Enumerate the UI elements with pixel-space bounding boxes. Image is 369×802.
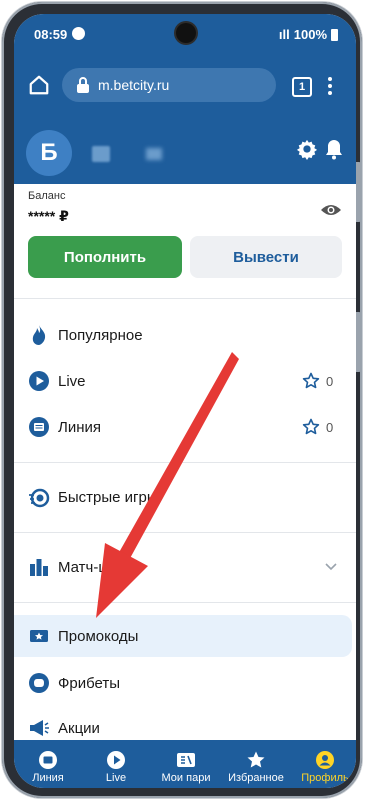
nav-label-line: Линия xyxy=(32,772,64,784)
nav-item-line[interactable]: Линия xyxy=(18,740,78,788)
divider xyxy=(14,298,356,299)
menu-label-match-center: Матч-центр xyxy=(58,558,139,576)
menu-item-popular[interactable]: Популярное xyxy=(14,314,356,356)
eye-icon[interactable] xyxy=(320,202,342,218)
screen: 08:59 ıll 100% m.betcity.ru 1 Б Баланс *… xyxy=(14,14,356,788)
freebet-icon xyxy=(29,673,49,693)
balance-label: Баланс xyxy=(28,190,66,202)
blurred-user-info-2 xyxy=(146,148,162,160)
nav-label-live: Live xyxy=(105,772,127,784)
nav-item-profile[interactable]: Профиль xyxy=(294,740,356,788)
menu-label-promos: Акции xyxy=(58,719,100,737)
fast-games-icon xyxy=(29,488,50,508)
live-icon xyxy=(107,751,125,769)
my-bets-icon xyxy=(177,753,195,767)
status-time: 08:59 xyxy=(34,27,68,42)
menu-item-match-center[interactable]: Матч-центр xyxy=(14,546,356,588)
nav-label-my-bets: Мои пари xyxy=(161,772,211,784)
battery-percent: 100% xyxy=(293,27,327,42)
nav-item-my-bets[interactable]: Мои пари xyxy=(154,740,218,788)
menu-label-promocodes: Промокоды xyxy=(58,627,139,645)
site-header: Б xyxy=(14,116,356,184)
match-center-icon xyxy=(30,559,48,576)
url-text: m.betcity.ru xyxy=(98,77,170,93)
menu-label-popular: Популярное xyxy=(58,326,143,344)
gear-icon[interactable] xyxy=(296,138,318,160)
balance-value: ***** ₽ xyxy=(28,208,69,224)
menu-item-live[interactable]: Live 0 xyxy=(14,360,356,402)
withdraw-button[interactable]: Вывести xyxy=(190,236,342,278)
line-favorites-count: 0 xyxy=(326,419,334,435)
favorites-icon xyxy=(247,751,265,768)
divider xyxy=(14,532,356,533)
divider xyxy=(14,462,356,463)
home-icon[interactable] xyxy=(28,74,50,96)
nav-item-favorites[interactable]: Избранное xyxy=(222,740,290,788)
lock-icon xyxy=(77,77,89,93)
signal-icon: ıll xyxy=(278,27,290,42)
status-indicators: ıll 100% xyxy=(279,27,338,42)
browser-toolbar: m.betcity.ru 1 xyxy=(14,52,356,116)
front-camera xyxy=(176,23,196,43)
betcity-logo[interactable]: Б xyxy=(26,130,72,176)
status-bar: 08:59 ıll 100% xyxy=(14,14,356,52)
deposit-button[interactable]: Пополнить xyxy=(28,236,182,278)
blurred-user-info xyxy=(92,146,110,162)
phone-frame: 08:59 ıll 100% m.betcity.ru 1 Б Баланс *… xyxy=(2,2,362,798)
menu-label-line: Линия xyxy=(58,418,102,436)
power-button xyxy=(356,312,362,372)
battery-icon xyxy=(331,28,338,41)
line-list-icon xyxy=(29,417,49,437)
nav-item-live[interactable]: Live xyxy=(86,740,146,788)
menu-item-fast-games[interactable]: Быстрые игры xyxy=(14,476,356,518)
menu-item-line[interactable]: Линия 0 xyxy=(14,406,356,448)
star-outline-icon[interactable] xyxy=(302,418,320,436)
menu-item-freebets[interactable]: Фрибеты xyxy=(14,662,356,704)
menu-label-fast-games: Быстрые игры xyxy=(58,488,158,506)
nav-label-favorites: Избранное xyxy=(228,772,284,784)
bottom-navigation: Линия Live Мои пари Избранное Профиль xyxy=(14,740,356,788)
nav-label-profile: Профиль xyxy=(301,772,349,784)
spotify-icon xyxy=(72,27,85,40)
bell-icon[interactable] xyxy=(324,138,344,160)
star-outline-icon[interactable] xyxy=(302,372,320,390)
profile-icon xyxy=(316,751,334,769)
chevron-down-icon[interactable] xyxy=(324,562,338,572)
menu-item-promocodes[interactable]: Промокоды xyxy=(14,615,352,657)
live-favorites-count: 0 xyxy=(326,373,334,389)
more-menu-icon[interactable] xyxy=(328,76,332,96)
play-circle-icon xyxy=(29,371,49,391)
fire-icon xyxy=(32,325,46,345)
promo-ticket-icon xyxy=(30,630,48,642)
address-bar[interactable]: m.betcity.ru xyxy=(62,68,276,102)
megaphone-icon xyxy=(30,720,49,736)
tabs-button[interactable]: 1 xyxy=(292,77,312,97)
menu-label-freebets: Фрибеты xyxy=(58,674,121,692)
line-icon xyxy=(39,751,57,769)
divider xyxy=(14,602,356,603)
volume-button xyxy=(356,162,362,222)
menu-label-live: Live xyxy=(58,372,86,390)
